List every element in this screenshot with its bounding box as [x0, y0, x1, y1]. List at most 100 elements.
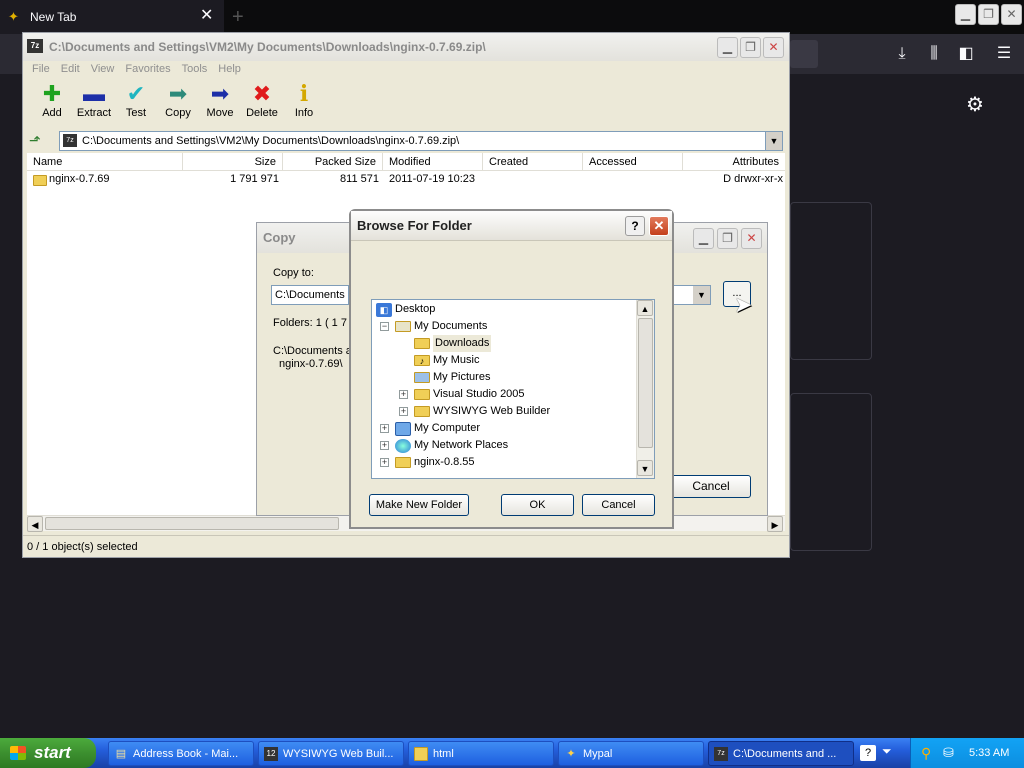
table-row[interactable]: nginx-0.7.69 1 791 971 811 571 2011-07-1… [27, 173, 785, 189]
start-button[interactable]: start [0, 738, 96, 768]
minimize-button[interactable]: ▁ [717, 37, 738, 58]
tree-item-visual-studio[interactable]: + Visual Studio 2005 [399, 386, 525, 403]
tree-item-downloads[interactable]: Downloads [414, 335, 492, 352]
extract-button[interactable]: ▬ Extract [73, 81, 115, 129]
tree-item-my-documents[interactable]: − My Documents [380, 318, 487, 335]
browser-tab-new-tab[interactable]: New Tab [0, 0, 224, 34]
ok-button[interactable]: OK [501, 494, 574, 516]
scroll-right-icon[interactable]: ▶ [767, 516, 783, 532]
vertical-scrollbar[interactable]: ▲ ▼ [636, 300, 654, 478]
url-bar[interactable] [790, 40, 818, 68]
help-button[interactable]: ? [625, 216, 645, 236]
scroll-thumb[interactable] [45, 517, 339, 530]
address-value: C:\Documents and Settings\VM2\My Documen… [82, 135, 460, 147]
network-tray-icon[interactable]: ⛁ [943, 745, 954, 761]
move-button[interactable]: ➡ Move [199, 81, 241, 129]
copy-button[interactable]: ➡ Copy [157, 81, 199, 129]
col-accessed[interactable]: Accessed [583, 153, 683, 171]
ff-close-button[interactable]: ✕ [1001, 4, 1022, 25]
tab-close-icon[interactable]: ✕ [200, 8, 216, 24]
make-new-folder-button[interactable]: Make New Folder [369, 494, 469, 516]
gear-icon[interactable]: ⚙ [966, 92, 984, 117]
tree-item-network[interactable]: + My Network Places [380, 437, 508, 454]
library-icon[interactable]: ⫼ [923, 43, 945, 65]
tree-label: My Documents [414, 320, 488, 332]
copy-close-button[interactable]: ✕ [741, 228, 762, 249]
cancel-button[interactable]: Cancel [582, 494, 655, 516]
maximize-button[interactable]: ❐ [740, 37, 761, 58]
ff-maximize-button[interactable]: ❐ [978, 4, 999, 25]
dest-line-1: C:\Documents a [273, 345, 352, 357]
ff-minimize-button[interactable]: ▁ [955, 4, 976, 25]
task-7zip[interactable]: 7z C:\Documents and ... [708, 741, 854, 766]
my-documents-icon [395, 321, 411, 332]
toolbar: ✚ Add ▬ Extract ✔ Test ➡ Copy ➡ Move ✖ Delete … [23, 81, 789, 129]
new-tab-button[interactable]: + [232, 6, 244, 29]
search-icon[interactable]: ⚲ [921, 745, 931, 762]
tree-item-wysiwyg[interactable]: + WYSIWYG Web Builder [399, 403, 550, 420]
col-name[interactable]: Name [27, 153, 183, 171]
pictures-folder-icon [414, 372, 430, 383]
copy-to-path-field[interactable]: C:\Documents a [271, 285, 349, 305]
copy-to-path-combo[interactable]: ▼ [673, 285, 711, 305]
tree-label: Downloads [433, 335, 492, 352]
expand-icon[interactable]: + [399, 390, 408, 399]
test-button[interactable]: ✔ Test [115, 81, 157, 129]
tree-item-my-music[interactable]: ♪ My Music [414, 352, 479, 369]
chevron-down-icon[interactable]: ⏷ [882, 744, 892, 759]
extract-label: Extract [76, 107, 112, 119]
menu-help[interactable]: Help [215, 61, 249, 79]
tree-label: My Music [433, 354, 480, 366]
tree-item-my-computer[interactable]: + My Computer [380, 420, 480, 437]
close-icon[interactable]: ✕ [649, 216, 669, 236]
scroll-left-icon[interactable]: ◀ [27, 516, 43, 532]
chevron-down-icon[interactable]: ▼ [765, 132, 782, 150]
status-bar: 0 / 1 object(s) selected [23, 535, 789, 557]
task-address-book[interactable]: ▤ Address Book - Mai... [108, 741, 254, 766]
copy-cancel-button[interactable]: Cancel [671, 475, 751, 498]
scroll-down-icon[interactable]: ▼ [637, 460, 653, 476]
add-button[interactable]: ✚ Add [31, 81, 73, 129]
col-created[interactable]: Created [483, 153, 583, 171]
expand-icon[interactable]: + [399, 407, 408, 416]
download-icon[interactable]: ⤓ [891, 43, 913, 65]
task-wysiwyg[interactable]: 12 WYSIWYG Web Buil... [258, 741, 404, 766]
menu-edit[interactable]: Edit [58, 61, 88, 79]
task-html[interactable]: html [408, 741, 554, 766]
col-packed-size[interactable]: Packed Size [283, 153, 383, 171]
tree-item-my-pictures[interactable]: My Pictures [414, 369, 490, 386]
menu-tools[interactable]: Tools [179, 61, 216, 79]
task-label: Address Book - Mai... [133, 748, 239, 760]
task-mypal[interactable]: ✦ Mypal [558, 741, 704, 766]
col-size[interactable]: Size [183, 153, 283, 171]
copy-maximize-button[interactable]: ❐ [717, 228, 738, 249]
browse-dialog-title: Browse For Folder [351, 211, 672, 241]
info-button[interactable]: i Info [283, 81, 325, 129]
address-field[interactable]: 7z C:\Documents and Settings\VM2\My Docu… [59, 131, 783, 151]
tree-item-nginx[interactable]: + nginx-0.8.55 [380, 454, 475, 471]
close-button[interactable]: ✕ [763, 37, 784, 58]
expand-icon[interactable]: + [380, 458, 389, 467]
menu-file[interactable]: File [29, 61, 58, 79]
top-site-tile[interactable] [790, 393, 872, 551]
menu-favorites[interactable]: Favorites [122, 61, 178, 79]
expand-icon[interactable]: + [380, 441, 389, 450]
collapse-icon[interactable]: − [380, 322, 389, 331]
menu-view[interactable]: View [88, 61, 123, 79]
chevron-down-icon[interactable]: ▼ [693, 286, 710, 304]
menu-icon[interactable]: ☰ [993, 43, 1015, 65]
col-modified[interactable]: Modified [383, 153, 483, 171]
tree-item-desktop[interactable]: ◧ Desktop [376, 301, 435, 318]
sidebar-icon[interactable]: ◧ [955, 43, 977, 65]
expand-icon[interactable]: + [380, 424, 389, 433]
copy-minimize-button[interactable]: ▁ [693, 228, 714, 249]
up-folder-icon[interactable]: ⬏ [29, 132, 47, 150]
col-attributes[interactable]: Attributes [683, 153, 785, 171]
delete-button[interactable]: ✖ Delete [241, 81, 283, 129]
top-site-tile[interactable] [790, 202, 872, 360]
scroll-up-icon[interactable]: ▲ [637, 300, 653, 316]
windows-logo-icon [10, 746, 26, 760]
help-icon[interactable]: ? [860, 745, 876, 761]
clock[interactable]: 5:33 AM [969, 738, 1009, 768]
scroll-thumb[interactable] [638, 318, 653, 448]
